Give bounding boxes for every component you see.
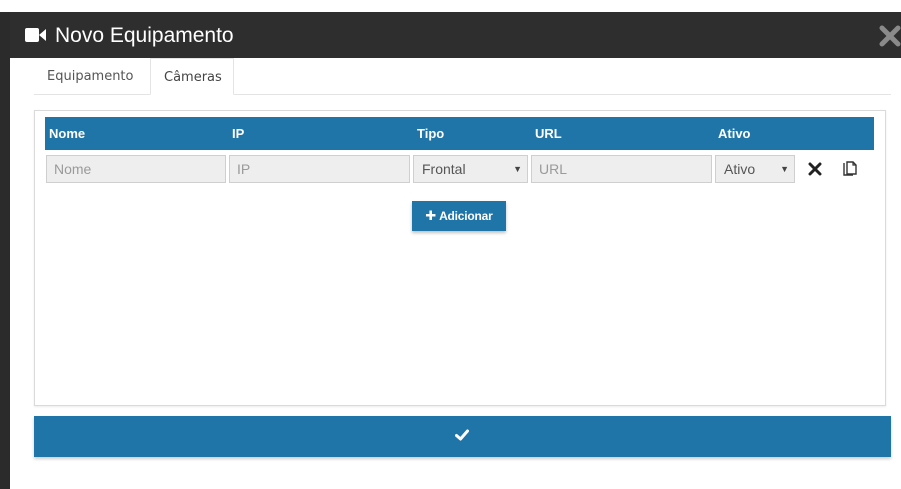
column-header-tipo: Tipo (417, 126, 445, 141)
plus-icon: ✚ (425, 208, 437, 223)
url-input[interactable] (531, 155, 712, 183)
tab-equipamento[interactable]: Equipamento (34, 58, 150, 94)
table-row: Frontal ▼ Ativo ▼ (45, 155, 874, 185)
backdrop (0, 0, 901, 12)
add-button-label: Adicionar (439, 209, 493, 223)
remove-icon[interactable] (808, 162, 822, 181)
column-header-ativo: Ativo (718, 126, 751, 141)
video-camera-icon (25, 27, 47, 43)
ip-input[interactable] (229, 155, 410, 183)
table-header: Nome IP Tipo URL Ativo (45, 117, 874, 150)
chevron-down-icon: ▼ (513, 164, 522, 174)
ativo-select[interactable]: Ativo ▼ (715, 155, 795, 183)
confirm-button[interactable] (34, 416, 891, 457)
add-camera-button[interactable]: ✚ Adicionar (412, 201, 506, 231)
tab-cameras[interactable]: Câmeras (150, 58, 234, 95)
copy-icon[interactable] (841, 158, 861, 183)
column-header-url: URL (535, 126, 562, 141)
backdrop-edge (0, 12, 10, 489)
tab-bar: Equipamento Câmeras (34, 58, 891, 95)
modal-dialog: Novo Equipamento Equipamento Câmeras Nom… (10, 12, 901, 489)
nome-input[interactable] (46, 155, 226, 183)
chevron-down-icon: ▼ (780, 164, 789, 174)
modal-title: Novo Equipamento (55, 24, 234, 47)
tipo-select-value: Frontal (422, 161, 466, 177)
column-header-ip: IP (232, 126, 245, 141)
check-icon (455, 429, 469, 441)
column-header-nome: Nome (49, 126, 86, 141)
tipo-select[interactable]: Frontal ▼ (413, 155, 528, 183)
modal-header: Novo Equipamento (10, 12, 901, 58)
ativo-select-value: Ativo (724, 161, 756, 177)
close-icon[interactable] (879, 25, 901, 47)
cameras-panel: Nome IP Tipo URL Ativo Frontal ▼ Ativo ▼ (34, 110, 886, 406)
